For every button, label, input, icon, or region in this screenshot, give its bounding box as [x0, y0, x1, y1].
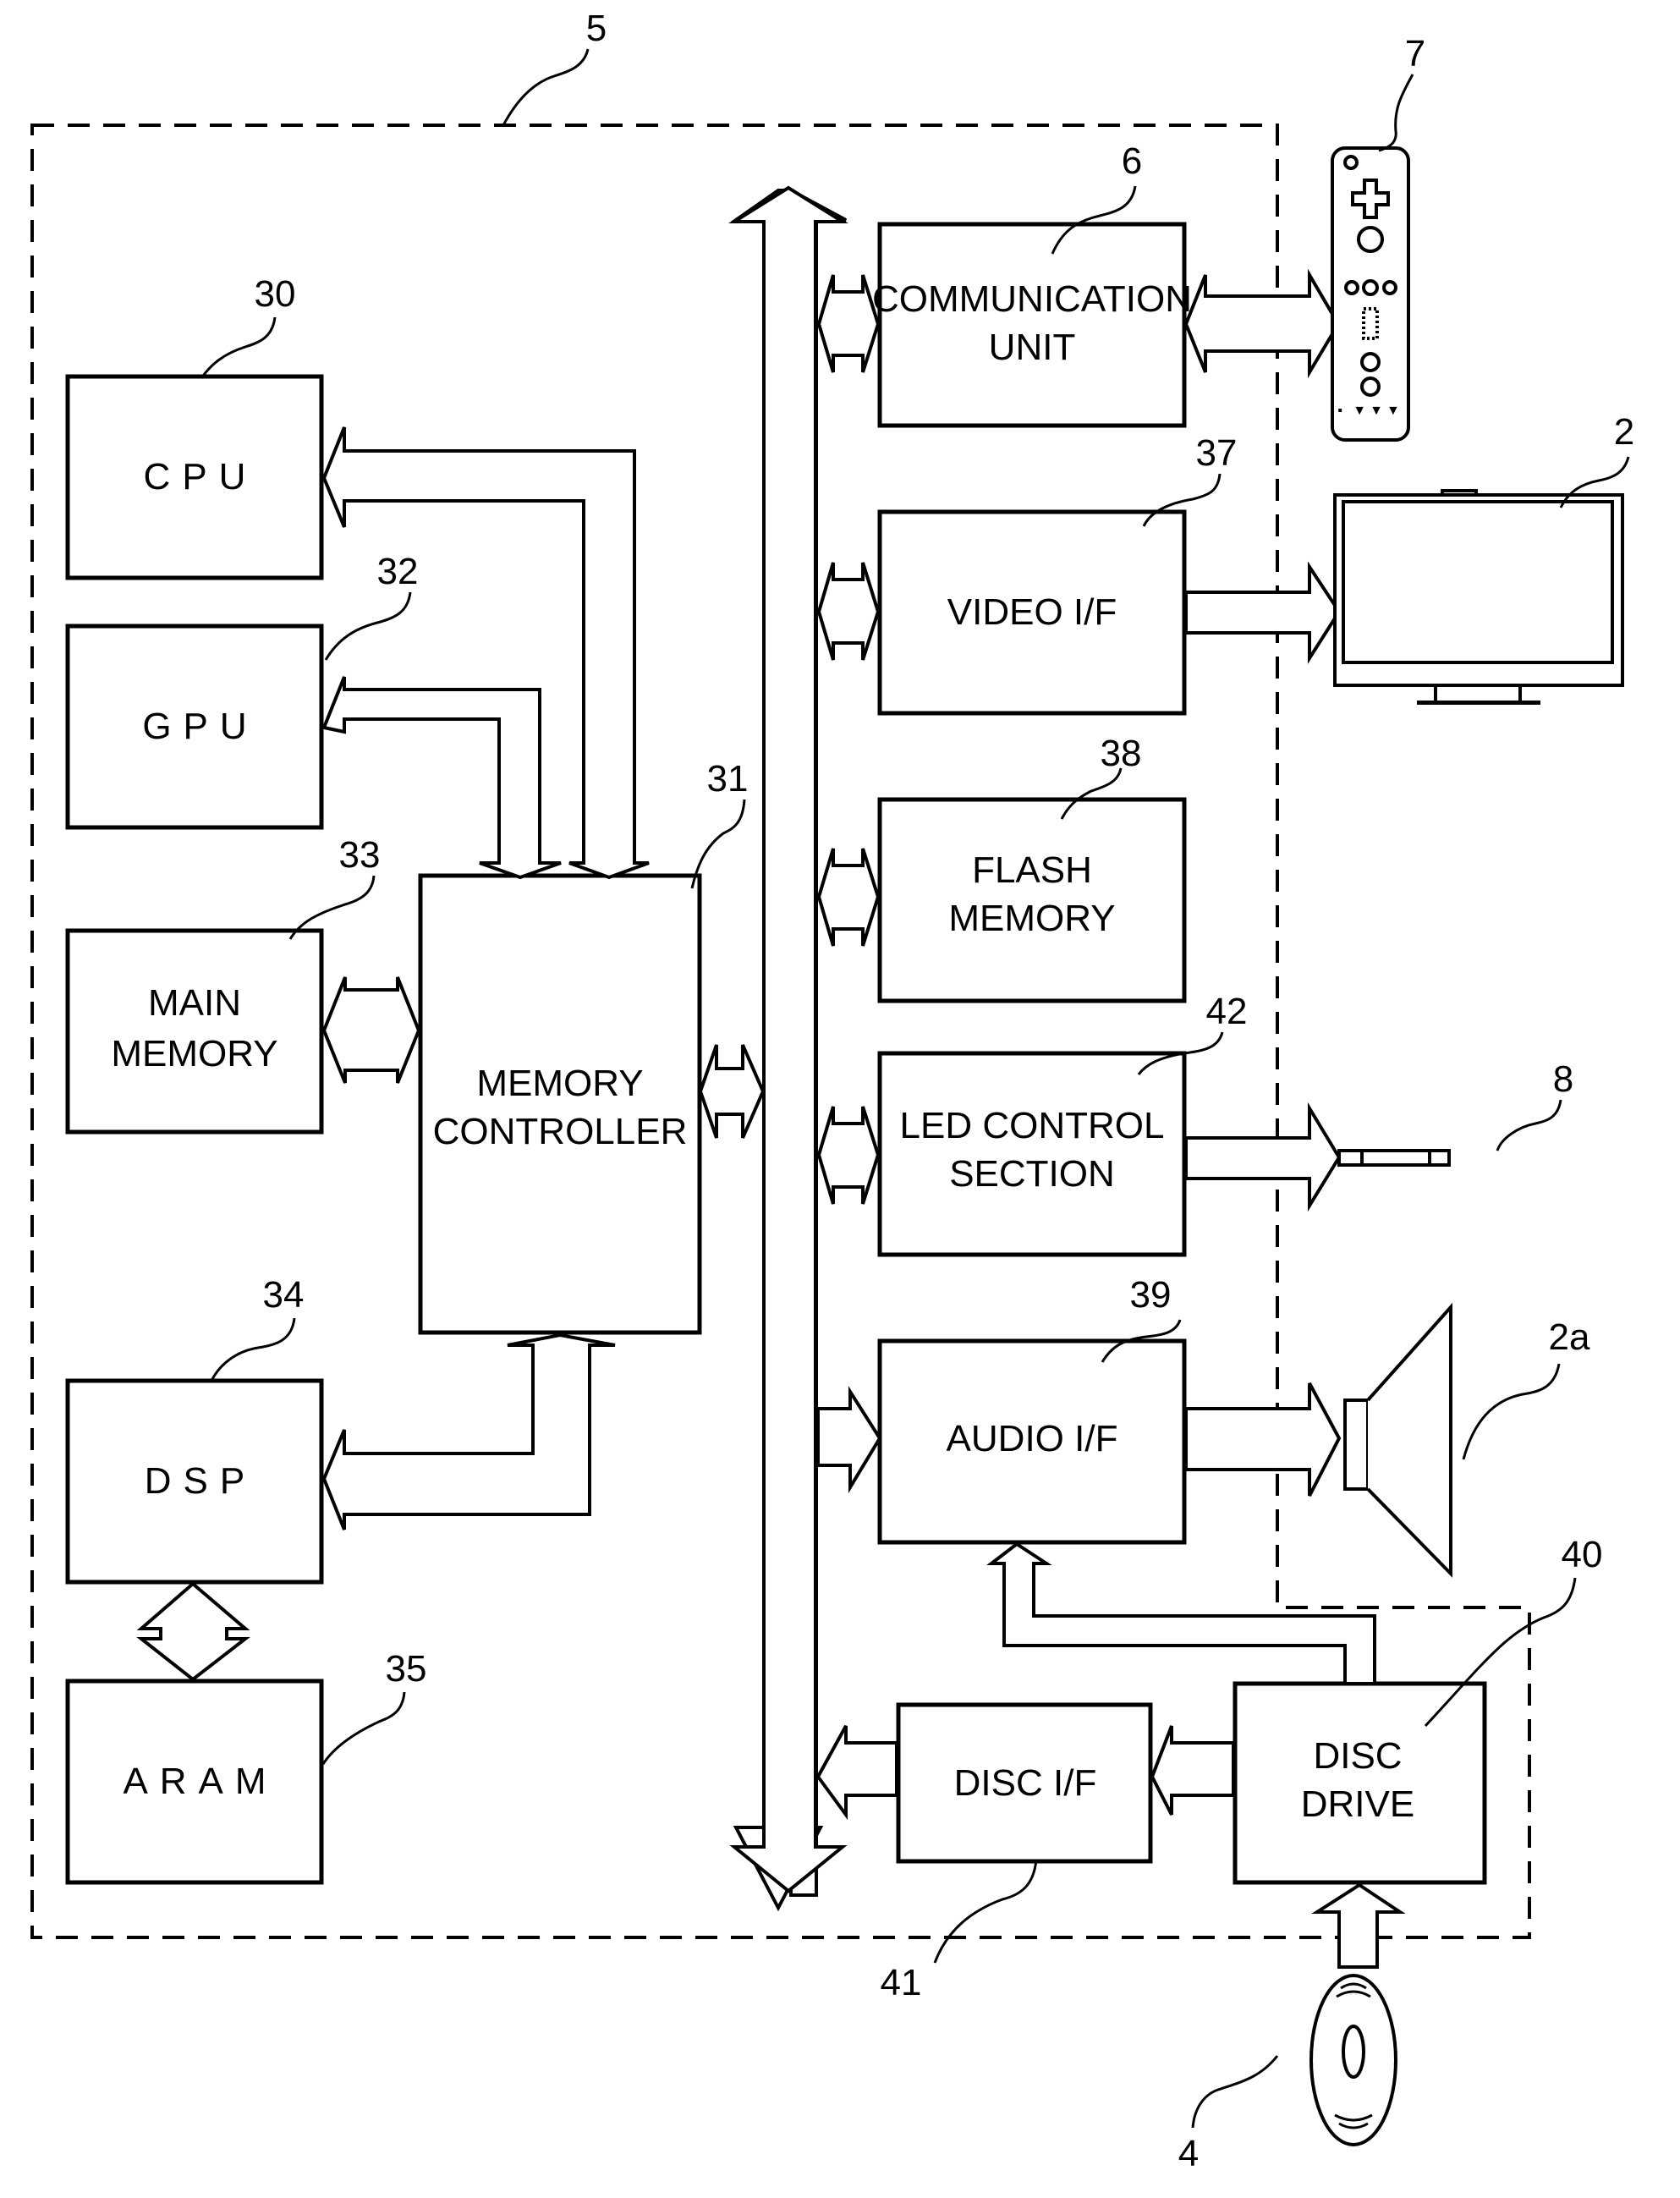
ref-flash-memory: 38 [1101, 733, 1142, 774]
memory-controller-label-line2: CONTROLLER [433, 1111, 688, 1152]
video-if-tv-arrow [1184, 561, 1342, 664]
speaker-device [1343, 1302, 1452, 1578]
leader-line [933, 1859, 1038, 1964]
controller-device: ▪ ▼▼▼ [1331, 146, 1410, 442]
ref-controller: 7 [1405, 33, 1425, 74]
block-diagram: 5 CPU 30 GPU 32 MAIN MEMORY 33 MEMORY CO… [30, 8, 1634, 2174]
leader-line [1496, 1099, 1562, 1151]
led-control-label-line2: SECTION [949, 1153, 1115, 1195]
leader-line [321, 1691, 406, 1765]
dsp-aram-arrow [136, 1581, 250, 1682]
ref-aram: 35 [386, 1648, 427, 1690]
bus-flash-memory-arrow [816, 848, 881, 947]
leader-line [502, 48, 590, 126]
memctrl-bus-arrow [698, 1044, 766, 1139]
leader-line [210, 1317, 296, 1382]
ref-gpu: 32 [377, 551, 419, 592]
leader-line [1378, 74, 1414, 152]
ref-game-apparatus: 5 [586, 8, 607, 49]
disc-drive-disc-if-arrow [1150, 1725, 1235, 1816]
ref-communication-unit: 6 [1122, 140, 1142, 182]
dsp-memctrl-arrow [321, 1333, 616, 1530]
communication-unit-label-line2: UNIT [989, 327, 1076, 368]
gpu-label: GPU [142, 706, 258, 747]
ref-cpu: 30 [255, 273, 296, 315]
ref-disc-if: 41 [881, 1962, 922, 2003]
led-control-marker-arrow [1184, 1102, 1342, 1212]
optical-disc-device [1309, 1974, 1397, 2146]
ref-led-control: 42 [1206, 991, 1248, 1032]
memory-controller-block [418, 873, 702, 1335]
bus-audio-if-arrow [816, 1386, 882, 1494]
ref-speaker: 2a [1549, 1316, 1590, 1358]
disc-if-label: DISC I/F [954, 1762, 1097, 1804]
communication-controller-arrow [1183, 268, 1341, 379]
disc-drive-label-line2: DRIVE [1301, 1783, 1414, 1825]
cpu-label: CPU [144, 456, 258, 497]
audio-if-speaker-arrow [1184, 1382, 1342, 1497]
system-bus-arrow [728, 185, 848, 1893]
bus-communication-arrow [816, 274, 881, 373]
main-memory-label-line1: MAIN [148, 982, 241, 1024]
video-if-label: VIDEO I/F [947, 591, 1117, 633]
leader-line [1191, 2055, 1279, 2129]
leader-line [324, 591, 412, 661]
ref-television: 2 [1614, 411, 1634, 453]
communication-unit-block [877, 222, 1187, 428]
ref-optical-disc: 4 [1178, 2133, 1199, 2174]
flash-memory-label-line1: FLASH [972, 849, 1092, 891]
main-memory-memctrl-arrow [321, 976, 421, 1084]
ref-main-memory: 33 [339, 834, 381, 876]
ref-disc-drive: 40 [1562, 1534, 1603, 1575]
ref-audio-if: 39 [1130, 1274, 1172, 1316]
disc-drive-audio-if-arrow [986, 1541, 1376, 1685]
ref-dsp: 34 [263, 1274, 305, 1316]
disc-disc-drive-arrow [1311, 1882, 1406, 1969]
main-memory-label-line2: MEMORY [111, 1033, 277, 1074]
cpu-memctrl-arrow [321, 426, 650, 880]
ref-video-if: 37 [1196, 432, 1238, 474]
disc-drive-label-line1: DISC [1313, 1735, 1402, 1777]
communication-unit-label-line1: COMMUNICATION [872, 278, 1192, 320]
marker-device [1337, 1149, 1451, 1167]
flash-memory-label-line2: MEMORY [948, 898, 1115, 939]
bus-video-if-arrow [816, 562, 881, 661]
dsp-label: DSP [145, 1460, 256, 1502]
aram-label: ARAM [123, 1761, 277, 1802]
audio-if-label: AUDIO I/F [947, 1418, 1118, 1459]
memory-controller-label-line1: MEMORY [476, 1063, 643, 1104]
led-control-label-line1: LED CONTROL [900, 1105, 1165, 1146]
ref-memory-controller: 31 [707, 758, 749, 800]
leader-line [200, 316, 277, 379]
svg-text:▪ ▼▼▼: ▪ ▼▼▼ [1337, 404, 1403, 418]
leader-line [1462, 1363, 1561, 1460]
main-memory-block [65, 928, 324, 1135]
television-device [1333, 489, 1624, 705]
disc-if-bus-arrow [815, 1725, 898, 1821]
ref-marker: 8 [1553, 1058, 1573, 1100]
bus-led-control-arrow [816, 1106, 881, 1205]
